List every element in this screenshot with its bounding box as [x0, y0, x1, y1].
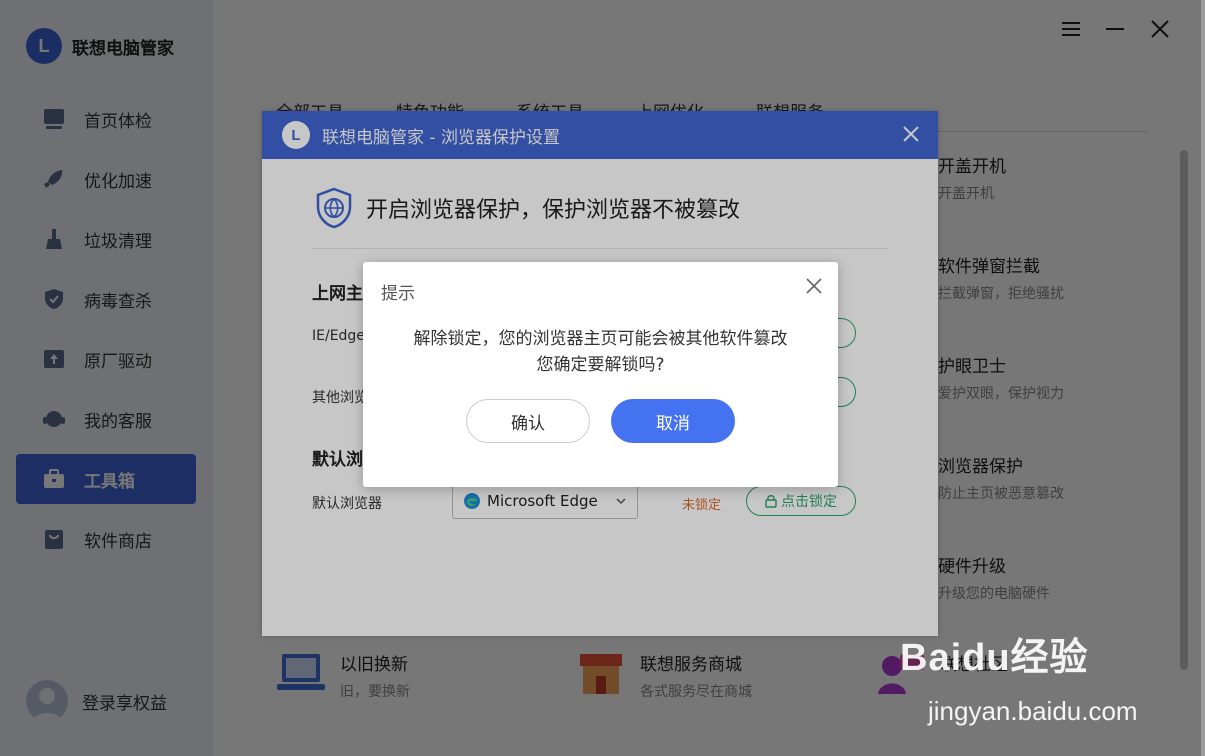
confirm-button[interactable]: 确认: [466, 399, 590, 443]
dialog-message: 解除锁定，您的浏览器主页可能会被其他软件篡改 您确定要解锁吗?: [363, 326, 838, 378]
message-line: 解除锁定，您的浏览器主页可能会被其他软件篡改: [413, 329, 788, 349]
watermark: Baidu经验 jingyan.baidu.com: [900, 626, 1140, 736]
dialog-title: 提示: [381, 284, 415, 304]
cancel-button[interactable]: 取消: [611, 399, 735, 443]
close-icon[interactable]: [804, 276, 824, 296]
watermark-url: jingyan.baidu.com: [928, 696, 1138, 726]
confirm-dialog: 提示 解除锁定，您的浏览器主页可能会被其他软件篡改 您确定要解锁吗? 确认 取消: [363, 262, 838, 487]
message-line: 您确定要解锁吗?: [536, 355, 665, 375]
watermark-brand: Baidu经验: [900, 637, 1089, 679]
